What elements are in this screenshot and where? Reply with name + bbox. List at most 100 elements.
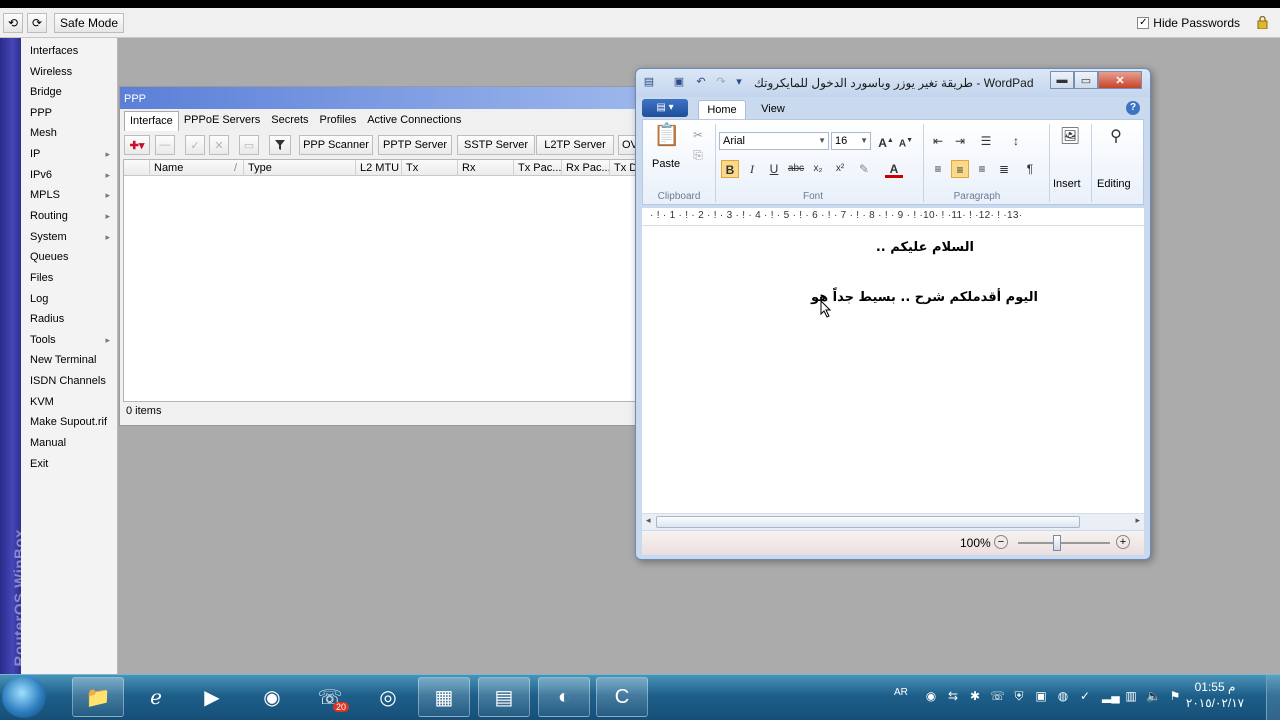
shield-icon[interactable]: ⛨: [1012, 689, 1026, 703]
tab-pppoe-servers[interactable]: PPPoE Servers: [179, 111, 266, 131]
media-player-icon[interactable]: ▶: [186, 677, 238, 717]
camtasia-icon[interactable]: C: [596, 677, 648, 717]
redo-icon[interactable]: ⟳: [27, 13, 47, 33]
maximize-button[interactable]: ▭: [1074, 71, 1098, 89]
align-left-icon[interactable]: ≡: [929, 160, 947, 178]
horizontal-scrollbar[interactable]: ◂ ▸: [642, 513, 1144, 530]
tab-secrets[interactable]: Secrets: [266, 111, 314, 131]
insert-picture-icon[interactable]: 🖼: [1059, 128, 1081, 150]
sidebar-item-make-supout-rif[interactable]: Make Supout.rif: [30, 413, 116, 431]
ie-icon[interactable]: ℯ: [130, 677, 182, 717]
close-button[interactable]: ✕: [1098, 71, 1142, 89]
sidebar-item-system[interactable]: System ▸: [30, 228, 116, 246]
column-select[interactable]: [124, 160, 150, 176]
sidebar-item-exit[interactable]: Exit: [30, 455, 116, 473]
sidebar-item-new-terminal[interactable]: New Terminal: [30, 351, 116, 369]
sidebar-item-wireless[interactable]: Wireless: [30, 63, 116, 81]
tab-profiles[interactable]: Profiles: [315, 111, 363, 131]
copy-icon[interactable]: ⎘: [689, 146, 707, 164]
wordpad-titlebar[interactable]: ▤ ▣ ↶ ↷ ▾ طريقة تغير يوزر وباسورد الدخول…: [636, 69, 1150, 97]
sidebar-item-log[interactable]: Log: [30, 290, 116, 308]
tab-interface[interactable]: Interface: [124, 111, 179, 131]
sidebar-item-files[interactable]: Files: [30, 269, 116, 287]
sidebar-item-bridge[interactable]: Bridge: [30, 83, 116, 101]
save-icon[interactable]: ▣: [672, 75, 686, 89]
minimize-button[interactable]: ▬: [1050, 71, 1074, 89]
arrows-tray-icon[interactable]: ⇆: [946, 689, 960, 703]
font-color-icon[interactable]: A: [885, 160, 903, 178]
shrink-font-icon[interactable]: A▼: [897, 132, 915, 150]
scroll-right-icon[interactable]: ▸: [1135, 515, 1140, 526]
column-rx-packets[interactable]: Rx Pac...: [562, 160, 610, 176]
filter-icon[interactable]: [269, 135, 291, 155]
find-binoculars-icon[interactable]: ⚲: [1105, 128, 1127, 150]
start-button[interactable]: [2, 676, 46, 718]
align-right-icon[interactable]: ≡: [973, 160, 991, 178]
undo-icon[interactable]: ⟲: [3, 13, 23, 33]
chrome-tray-icon[interactable]: ◉: [924, 689, 938, 703]
quick-access-dropdown-icon[interactable]: ▾: [732, 75, 746, 89]
sidebar-item-routing[interactable]: Routing ▸: [30, 207, 116, 225]
paste-label[interactable]: Paste: [652, 158, 680, 170]
sidebar-item-ipv6[interactable]: IPv6 ▸: [30, 166, 116, 184]
superscript-button[interactable]: x²: [831, 160, 849, 178]
pptp-server-button[interactable]: PPTP Server: [378, 135, 452, 155]
hide-passwords-checkbox[interactable]: ✓: [1137, 17, 1150, 29]
strikethrough-button[interactable]: abc: [787, 160, 805, 178]
editing-button[interactable]: Editing: [1097, 178, 1131, 190]
zoom-slider-thumb[interactable]: [1053, 535, 1061, 551]
tab-view[interactable]: View: [750, 100, 796, 119]
safe-mode-button[interactable]: Safe Mode: [54, 13, 124, 33]
ppp-interface-table[interactable]: Name / Type L2 MTU Tx Rx Tx Pac... Rx Pac…: [123, 159, 637, 402]
viber-icon[interactable]: ☏ 20: [304, 677, 356, 717]
wordpad-app-icon[interactable]: ▤: [642, 75, 656, 89]
decrease-indent-icon[interactable]: ⇤: [929, 132, 947, 150]
hide-passwords-toggle[interactable]: ✓ Hide Passwords: [1137, 16, 1240, 30]
insert-button[interactable]: Insert: [1053, 178, 1081, 190]
underline-button[interactable]: U: [765, 160, 783, 178]
undo-icon[interactable]: ↶: [694, 75, 708, 89]
sidebar-item-mesh[interactable]: Mesh: [30, 124, 116, 142]
zoom-in-icon[interactable]: +: [1116, 535, 1130, 549]
ppp-scanner-button[interactable]: PPP Scanner: [299, 135, 373, 155]
cut-icon[interactable]: ✂: [689, 126, 707, 144]
chrome-icon[interactable]: ◎: [362, 677, 414, 717]
clock[interactable]: 01:55 م ٢٠١٥/٠٢/١٧: [1180, 679, 1250, 711]
paste-icon[interactable]: 📋: [653, 124, 681, 156]
wordpad-icon[interactable]: ▤: [478, 677, 530, 717]
sidebar-item-mpls[interactable]: MPLS ▸: [30, 186, 116, 204]
highlight-icon[interactable]: ✎: [855, 160, 873, 178]
sidebar-item-manual[interactable]: Manual: [30, 434, 116, 452]
bold-button[interactable]: B: [721, 160, 739, 178]
comment-button[interactable]: ▭: [239, 135, 259, 155]
teamviewer-icon[interactable]: ◐: [538, 677, 590, 717]
add-button[interactable]: ✚▾: [124, 135, 150, 155]
remove-button[interactable]: —: [155, 135, 175, 155]
paragraph-dialog-icon[interactable]: ¶: [1021, 160, 1039, 178]
sidebar-item-tools[interactable]: Tools ▸: [30, 331, 116, 349]
ruler[interactable]: · ! · 1 · ! · 2 · ! · 3 · ! · 4 · ! · 5 …: [642, 208, 1144, 226]
bluetooth-icon[interactable]: ✱: [968, 689, 982, 703]
ppp-window-title[interactable]: PPP: [120, 87, 636, 109]
font-size-select[interactable]: 16 ▼: [831, 132, 871, 150]
browser-icon[interactable]: ◉: [246, 677, 298, 717]
scroll-left-icon[interactable]: ◂: [646, 515, 651, 526]
network-tray-icon[interactable]: ✓: [1078, 689, 1092, 703]
help-icon[interactable]: ?: [1126, 101, 1140, 115]
sstp-server-button[interactable]: SSTP Server: [457, 135, 535, 155]
sidebar-item-radius[interactable]: Radius: [30, 310, 116, 328]
file-menu-button[interactable]: ▤ ▾: [642, 99, 688, 117]
sidebar-item-ip[interactable]: IP ▸: [30, 145, 116, 163]
signal-icon[interactable]: ▂▄: [1102, 689, 1120, 703]
column-tx-packets[interactable]: Tx Pac...: [514, 160, 562, 176]
language-indicator[interactable]: AR: [894, 687, 908, 698]
italic-button[interactable]: I: [743, 160, 761, 178]
subscript-button[interactable]: x₂: [809, 160, 827, 178]
font-family-select[interactable]: Arial ▼: [719, 132, 829, 150]
explorer-icon[interactable]: ▦: [418, 677, 470, 717]
column-l2-mtu[interactable]: L2 MTU: [356, 160, 402, 176]
document-line-1[interactable]: السلام عليكم ..: [876, 240, 974, 255]
tab-active-connections[interactable]: Active Connections: [362, 111, 467, 131]
sidebar-item-isdn-channels[interactable]: ISDN Channels: [30, 372, 116, 390]
column-rx[interactable]: Rx: [458, 160, 514, 176]
